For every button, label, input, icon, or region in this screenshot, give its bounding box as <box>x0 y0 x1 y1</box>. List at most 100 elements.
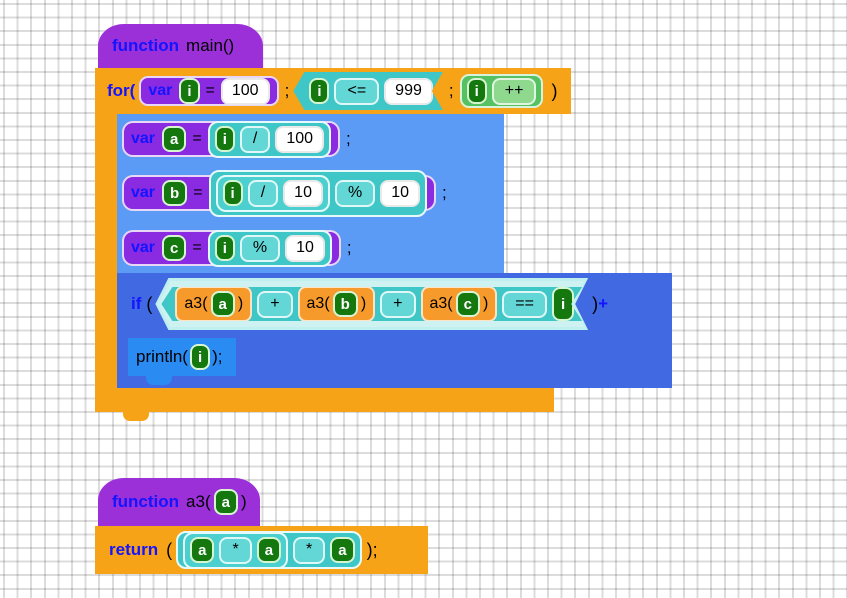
var-b-equals: = <box>193 184 203 201</box>
return-expression-inner[interactable]: a * a <box>183 531 289 569</box>
for-separator-1: ; <box>284 81 290 100</box>
for-condition-operator[interactable]: <= <box>334 78 379 105</box>
for-update-variable[interactable]: i <box>466 78 487 104</box>
return-expression-outer[interactable]: a * a * a <box>176 531 362 569</box>
call-a3-c-name: a3( <box>429 295 453 312</box>
call-a3-b-name: a3( <box>306 295 330 312</box>
return-inner-left[interactable]: a <box>190 537 215 563</box>
var-a-expression[interactable]: i / 100 <box>207 120 332 158</box>
var-b-chip[interactable]: var b = i / 10 % 10 <box>122 169 436 217</box>
return-outer-op[interactable]: * <box>293 536 326 564</box>
statement-var-c[interactable]: var c = i % 10 ; <box>122 228 362 268</box>
var-a-terminator: ; <box>346 129 351 148</box>
return-inner-op[interactable]: * <box>219 536 252 564</box>
call-a3-a[interactable]: a3( a ) <box>175 286 252 322</box>
if-condition-outer-hex[interactable]: a3( a ) + a3( b ) + a3( c ) == i <box>155 278 588 330</box>
println-name: println( <box>136 347 188 366</box>
for-loop-footer <box>95 388 554 412</box>
println-statement[interactable]: println( i ); <box>128 338 236 376</box>
var-a-equals: = <box>192 130 202 147</box>
println-close: ); <box>212 347 223 366</box>
for-loop-left-spine <box>95 114 117 388</box>
var-a-expr-op[interactable]: / <box>239 125 271 153</box>
var-b-name[interactable]: b <box>162 180 188 206</box>
println-arg[interactable]: i <box>189 344 211 370</box>
for-init-var-chip[interactable]: var i = 100 <box>139 76 279 106</box>
function-a3-close-paren: ) <box>240 492 247 511</box>
return-open-paren: ( <box>166 539 173 560</box>
var-a-expr-right[interactable]: 100 <box>275 125 325 153</box>
println-notch-top <box>146 338 172 346</box>
call-a3-b-close: ) <box>360 295 367 312</box>
return-inner-right[interactable]: a <box>256 537 282 563</box>
function-a3-name: a3( <box>186 492 211 511</box>
for-separator-2: ; <box>448 81 454 100</box>
function-main-name: main() <box>186 36 235 55</box>
return-notch-top <box>123 526 149 534</box>
return-outer-right[interactable]: a <box>330 537 355 563</box>
println-call: println( i ); <box>136 344 223 370</box>
var-c-name[interactable]: c <box>162 235 187 261</box>
for-condition-hex[interactable]: i <= 999 <box>293 72 443 110</box>
call-a3-c[interactable]: a3( c ) <box>421 286 498 322</box>
var-c-expr-op[interactable]: % <box>239 234 281 262</box>
var-a-expr-left[interactable]: i <box>214 126 235 152</box>
if-condition-hex[interactable]: a3( a ) + a3( b ) + a3( c ) == i <box>161 287 582 321</box>
var-b-inner-op[interactable]: / <box>247 179 279 207</box>
return-close: ); <box>366 539 378 560</box>
var-b-outer-right[interactable]: 10 <box>380 179 420 207</box>
var-c-keyword: var <box>131 239 156 256</box>
var-c-terminator: ; <box>346 238 352 257</box>
function-keyword: function <box>112 36 180 55</box>
var-c-expr-right[interactable]: 10 <box>285 234 325 262</box>
function-main-hat[interactable]: function main() <box>98 24 263 68</box>
if-condition-op-1[interactable]: + <box>257 291 292 318</box>
if-condition-compare[interactable]: == <box>502 291 547 318</box>
if-condition-op-2[interactable]: + <box>380 291 415 318</box>
function-a3-hat[interactable]: function a3( a ) <box>98 478 260 526</box>
for-close-paren: ) <box>551 80 558 101</box>
var-a-chip[interactable]: var a = i / 100 <box>122 120 341 158</box>
if-expand-plus-icon[interactable]: + <box>598 294 608 314</box>
block-canvas[interactable]: function main() for( var i = 100 ; i <= … <box>0 0 847 598</box>
var-keyword: var <box>148 82 173 99</box>
for-update-operator[interactable]: ++ <box>491 77 537 105</box>
var-c-expr-left[interactable]: i <box>214 235 235 261</box>
println-notch-bottom <box>146 376 172 385</box>
var-b-terminator: ; <box>442 183 447 202</box>
call-a3-c-arg[interactable]: c <box>456 291 480 317</box>
for-init-equals: = <box>205 82 215 99</box>
call-a3-a-name: a3( <box>184 295 208 312</box>
var-b-expression-outer[interactable]: i / 10 % 10 <box>208 169 427 217</box>
function-a3-param[interactable]: a <box>213 489 238 515</box>
for-update-expr[interactable]: i ++ <box>459 74 544 108</box>
call-a3-b[interactable]: a3( b ) <box>298 286 376 322</box>
function-a3-keyword: function <box>112 492 180 511</box>
return-keyword: return <box>109 540 159 559</box>
statement-var-b[interactable]: var b = i / 10 % 10 ; <box>122 169 482 217</box>
for-init-value[interactable]: 100 <box>220 77 270 105</box>
var-c-chip[interactable]: var c = i % 10 <box>122 229 341 267</box>
for-init-variable[interactable]: i <box>179 78 200 104</box>
if-keyword: if <box>131 294 142 313</box>
var-b-expression-inner[interactable]: i / 10 <box>215 174 330 212</box>
var-b-keyword: var <box>131 184 156 201</box>
if-condition-right[interactable]: i <box>552 287 574 321</box>
var-b-inner-right[interactable]: 10 <box>283 179 323 207</box>
var-a-keyword: var <box>131 130 156 147</box>
var-c-expression[interactable]: i % 10 <box>207 229 332 267</box>
var-a-name[interactable]: a <box>162 126 187 152</box>
if-open-paren: ( <box>146 293 153 314</box>
call-a3-a-arg[interactable]: a <box>211 291 235 317</box>
if-condition-mid-hex[interactable]: a3( a ) + a3( b ) + a3( c ) == i <box>158 281 585 327</box>
call-a3-c-close: ) <box>482 295 489 312</box>
for-condition-right[interactable]: 999 <box>384 78 433 105</box>
if-statement-header[interactable]: if ( a3( a ) + a3( b ) + a3(c) == i) … <box>117 278 672 330</box>
for-keyword: for( <box>107 81 136 100</box>
var-b-inner-left[interactable]: i <box>222 180 243 206</box>
var-b-outer-op[interactable]: % <box>334 179 376 207</box>
for-loop-header[interactable]: for( var i = 100 ; i <= 999 ; i ++ ) <box>95 68 571 114</box>
statement-var-a[interactable]: var a = i / 100 ; <box>122 119 362 159</box>
call-a3-b-arg[interactable]: b <box>333 291 358 317</box>
for-condition-left[interactable]: i <box>309 78 329 104</box>
